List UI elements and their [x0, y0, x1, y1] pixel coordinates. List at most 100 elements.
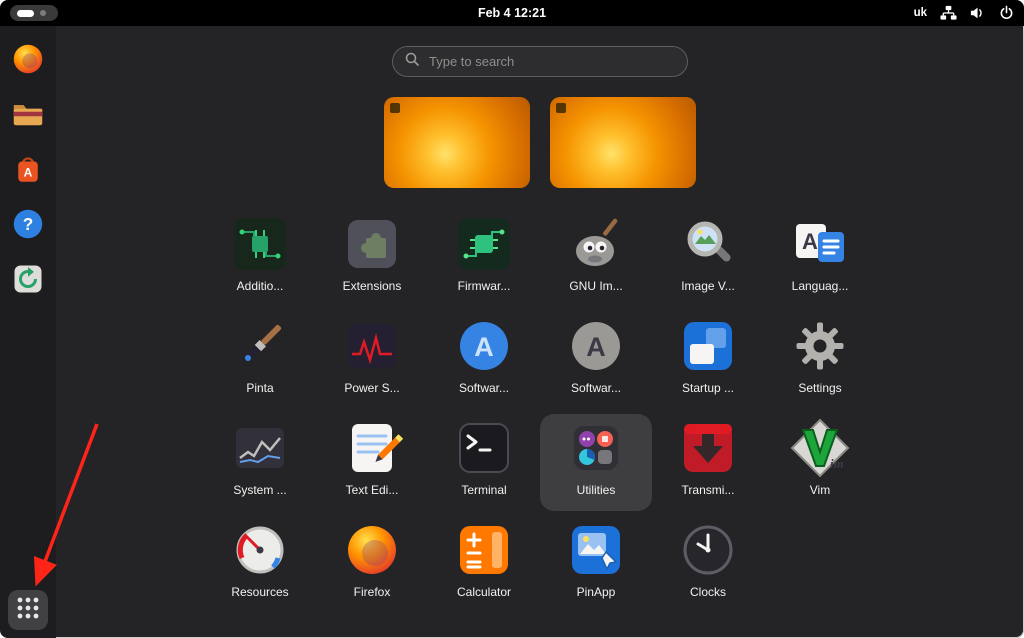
app-item-pinta[interactable]: Pinta — [204, 312, 316, 409]
extensions-icon — [340, 212, 404, 276]
gimp-icon — [564, 212, 628, 276]
app-item-pinapp[interactable]: PinApp — [540, 516, 652, 613]
desktop-shortcut-icon — [390, 103, 400, 113]
network-icon[interactable] — [940, 5, 957, 21]
status-area: uk — [914, 5, 1014, 21]
workspace-thumbnails — [384, 97, 696, 188]
system-monitor-icon — [228, 416, 292, 480]
pinapp-icon — [564, 518, 628, 582]
app-label: Resources — [231, 585, 288, 599]
active-workspace-dash — [17, 10, 34, 17]
app-label: Firefox — [354, 585, 391, 599]
volume-icon[interactable] — [970, 5, 986, 21]
dock-item-firefox[interactable] — [9, 40, 47, 78]
additional-drivers-icon — [228, 212, 292, 276]
app-item-utilities[interactable]: Utilities — [540, 414, 652, 511]
app-label: Vim — [810, 483, 830, 497]
app-label: Languag... — [792, 279, 849, 293]
startup-disk-creator-icon — [676, 314, 740, 378]
power-statistics-icon — [340, 314, 404, 378]
terminal-icon — [452, 416, 516, 480]
app-label: Settings — [798, 381, 841, 395]
app-label: Utilities — [577, 483, 616, 497]
app-label: Terminal — [461, 483, 506, 497]
app-item-startup-disk-creator[interactable]: Startup ... — [652, 312, 764, 409]
app-item-settings[interactable]: Settings — [764, 312, 876, 409]
language-support-icon: A — [788, 212, 852, 276]
workspace-thumbnail-1[interactable] — [384, 97, 530, 188]
dock-item-software-updater[interactable] — [9, 260, 47, 298]
app-item-additional-drivers[interactable]: Additio... — [204, 210, 316, 307]
app-item-firmware[interactable]: Firmwar... — [428, 210, 540, 307]
app-label: GNU Im... — [569, 279, 622, 293]
app-label: PinApp — [577, 585, 616, 599]
clocks-icon — [676, 518, 740, 582]
app-item-software[interactable]: A Softwar... — [428, 312, 540, 409]
top-bar: Feb 4 12:21 uk — [0, 0, 1024, 26]
search-input[interactable] — [427, 53, 675, 70]
image-viewer-icon — [676, 212, 740, 276]
app-label: Calculator — [457, 585, 511, 599]
pinta-icon — [228, 314, 292, 378]
app-item-system-monitor[interactable]: System ... — [204, 414, 316, 511]
app-label: Clocks — [690, 585, 726, 599]
app-item-power-statistics[interactable]: Power S... — [316, 312, 428, 409]
app-item-clocks[interactable]: Clocks — [652, 516, 764, 613]
screen: Feb 4 12:21 uk — [0, 0, 1024, 638]
app-label: Startup ... — [682, 381, 734, 395]
transmission-icon — [676, 416, 740, 480]
dock-item-files[interactable] — [9, 95, 47, 133]
app-item-transmission[interactable]: Transmi... — [652, 414, 764, 511]
keyboard-layout-indicator[interactable]: uk — [914, 7, 927, 19]
app-label: Firmwar... — [458, 279, 511, 293]
svg-text:im: im — [830, 456, 844, 471]
app-label: Transmi... — [682, 483, 735, 497]
utilities-folder-icon — [564, 416, 628, 480]
app-item-terminal[interactable]: Terminal — [428, 414, 540, 511]
app-label: Softwar... — [571, 381, 621, 395]
activities-overview: Additio... Extensions — [56, 26, 1024, 638]
app-item-firefox[interactable]: Firefox — [316, 516, 428, 613]
app-item-calculator[interactable]: Calculator — [428, 516, 540, 613]
firefox-icon — [340, 518, 404, 582]
vim-icon: im — [788, 416, 852, 480]
power-icon[interactable] — [999, 5, 1014, 21]
app-item-image-viewer[interactable]: Image V... — [652, 210, 764, 307]
app-label: Text Edi... — [346, 483, 399, 497]
svg-text:A: A — [474, 332, 494, 362]
app-item-extensions[interactable]: Extensions — [316, 210, 428, 307]
clock[interactable]: Feb 4 12:21 — [478, 6, 546, 20]
app-item-text-editor[interactable]: Text Edi... — [316, 414, 428, 511]
show-applications-button[interactable] — [8, 590, 48, 630]
help-icon: ? — [10, 206, 46, 242]
app-label: Pinta — [246, 381, 273, 395]
app-label: Extensions — [343, 279, 402, 293]
dock-item-help[interactable]: ? — [9, 205, 47, 243]
app-item-language-support[interactable]: A Languag... — [764, 210, 876, 307]
app-label: Additio... — [237, 279, 284, 293]
search-bar[interactable] — [392, 46, 688, 77]
svg-text:A: A — [586, 332, 606, 362]
app-item-resources[interactable]: Resources — [204, 516, 316, 613]
svg-text:A: A — [802, 229, 818, 254]
software-icon: A — [452, 314, 516, 378]
app-item-gimp[interactable]: GNU Im... — [540, 210, 652, 307]
svg-text:A: A — [24, 166, 33, 180]
desktop-shortcut-icon — [556, 103, 566, 113]
show-applications-grid-icon — [16, 596, 40, 625]
text-editor-icon — [340, 416, 404, 480]
app-grid: Additio... Extensions — [204, 210, 876, 613]
workspace-thumbnail-2[interactable] — [550, 97, 696, 188]
app-label: System ... — [233, 483, 286, 497]
firmware-icon — [452, 212, 516, 276]
software-updater-icon — [10, 261, 46, 297]
workspace-indicator[interactable] — [10, 5, 58, 21]
app-label: Image V... — [681, 279, 735, 293]
app-item-software-properties[interactable]: A Softwar... — [540, 312, 652, 409]
dock-item-ubuntu-software[interactable]: A — [9, 150, 47, 188]
search-icon — [405, 52, 419, 71]
firefox-icon — [10, 41, 46, 77]
app-label: Softwar... — [459, 381, 509, 395]
files-icon — [10, 96, 46, 132]
app-item-vim[interactable]: im Vim — [764, 414, 876, 511]
